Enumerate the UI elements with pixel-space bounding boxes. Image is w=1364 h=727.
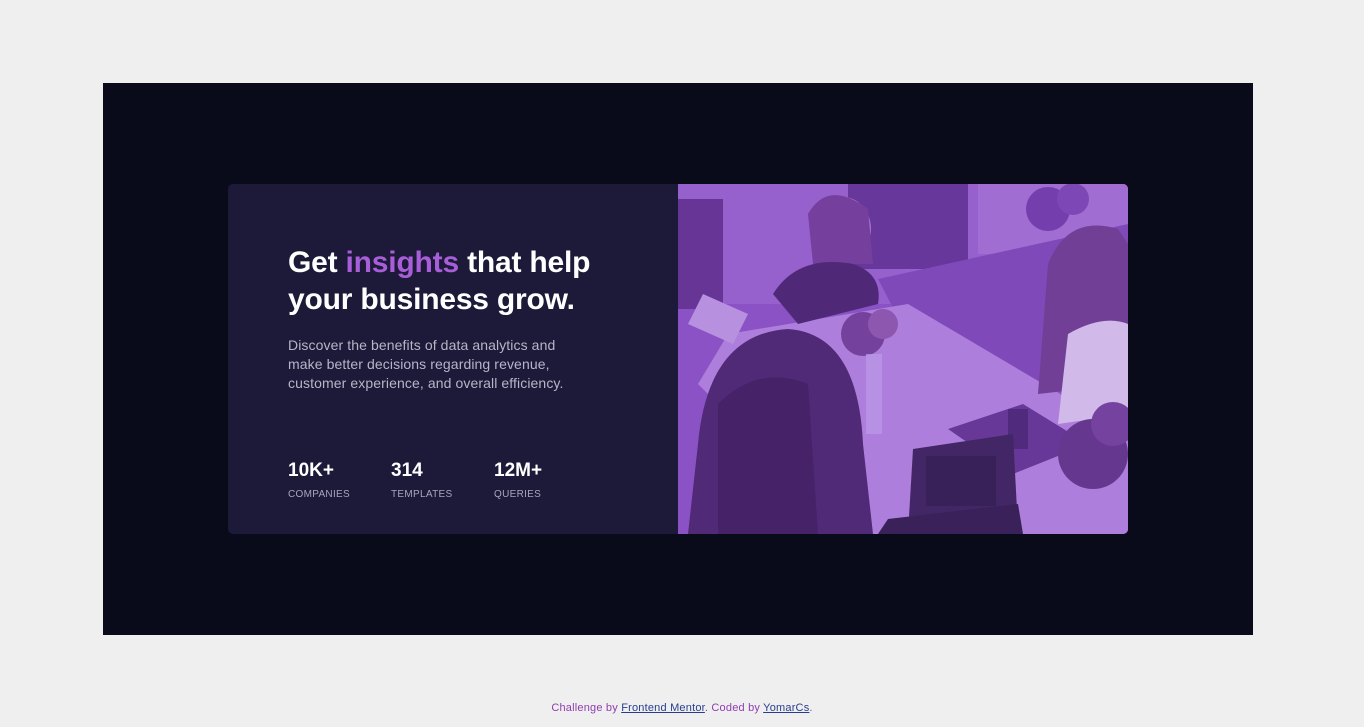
headline-accent: insights bbox=[345, 246, 460, 279]
headline-before: Get bbox=[288, 246, 346, 279]
card-text-panel: Get insights that help your business gro… bbox=[228, 184, 678, 534]
stat-value: 314 bbox=[391, 460, 423, 481]
attribution: Challenge by Frontend Mentor. Coded by Y… bbox=[0, 702, 1364, 714]
attribution-middle: . Coded by bbox=[704, 702, 764, 714]
headline: Get insights that help your business gro… bbox=[288, 244, 628, 318]
stat-label: QUERIES bbox=[494, 489, 542, 500]
attribution-prefix: Challenge by bbox=[551, 702, 622, 714]
office-photo bbox=[678, 184, 1128, 534]
stat-companies: 10K+ COMPANIES bbox=[288, 460, 391, 500]
office-photo-illustration bbox=[678, 184, 1128, 534]
stats-preview-card: Get insights that help your business gro… bbox=[228, 184, 1128, 534]
frontend-mentor-link[interactable]: Frontend Mentor bbox=[621, 702, 705, 714]
stat-templates: 314 TEMPLATES bbox=[391, 460, 494, 500]
card-description: Discover the benefits of data analytics … bbox=[288, 337, 564, 391]
stats-row: 10K+ COMPANIES 314 TEMPLATES 12M+ QUERIE… bbox=[288, 460, 597, 500]
stat-value: 12M+ bbox=[494, 460, 543, 481]
stat-label: COMPANIES bbox=[288, 489, 350, 500]
stat-queries: 12M+ QUERIES bbox=[494, 460, 597, 500]
stat-value: 10K+ bbox=[288, 460, 334, 481]
stat-label: TEMPLATES bbox=[391, 489, 453, 500]
main-stage: Get insights that help your business gro… bbox=[103, 83, 1253, 635]
attribution-suffix: . bbox=[809, 702, 813, 714]
author-link[interactable]: YomarCs bbox=[763, 702, 809, 714]
